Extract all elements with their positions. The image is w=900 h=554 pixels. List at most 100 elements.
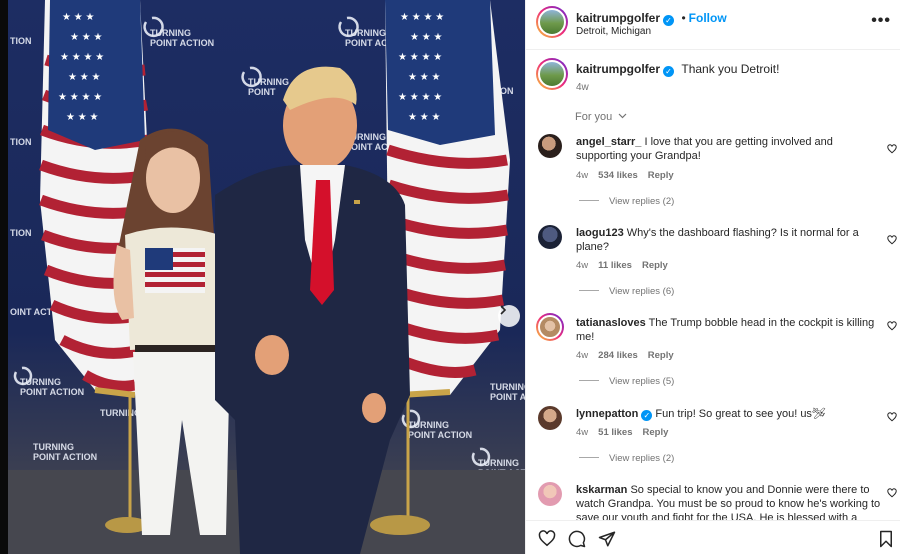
heart-icon[interactable] [887,321,897,331]
view-replies-label: View replies (2) [609,196,675,207]
caption-username[interactable]: kaitrumpgolfer [576,62,660,76]
caption-timestamp[interactable]: 4w [576,82,589,93]
commenter-avatar[interactable] [538,482,562,506]
svg-text:★ ★ ★: ★ ★ ★ [70,32,102,43]
photo-edge [0,0,8,554]
commenter-username[interactable]: tatianasloves [576,317,646,329]
commenter-avatar[interactable] [538,225,562,249]
caption-avatar[interactable] [536,58,568,90]
verified-badge-icon: ✓ [641,410,653,421]
share-icon[interactable] [598,530,616,548]
separator-dot: • [681,11,686,25]
follow-button[interactable]: Follow [689,11,727,25]
post-header: kaitrumpgolfer ✓ • Follow Detroit, Michiga… [526,0,900,50]
backdrop-logo: TION [10,228,32,238]
verified-badge-icon: ✓ [663,66,675,77]
heart-icon[interactable] [538,530,556,547]
reply-button[interactable]: Reply [648,170,674,181]
comments-list: angel_starr_ I love that you are getting… [526,128,900,520]
commenter-username[interactable]: angel_starr_ [576,136,641,148]
more-options-icon[interactable]: ••• [871,12,891,30]
heart-icon[interactable] [887,488,897,498]
comment-likes[interactable]: 284 likes [598,350,638,361]
backdrop-logo: POINT ACTION [490,392,525,402]
view-replies-label: View replies (6) [609,286,675,297]
view-replies-label: View replies (5) [609,376,675,387]
svg-text:★ ★ ★: ★ ★ ★ [62,12,94,23]
comment-meta: 4w 11 likes Reply [576,260,678,271]
backdrop-logo: TION [10,36,32,46]
comment-text-block: laogu123 Why's the dashboard flashing? I… [576,226,881,254]
comment-time[interactable]: 4w [576,350,588,361]
comment-sort-dropdown[interactable]: For you [575,111,627,123]
view-replies-line [579,200,599,201]
view-replies-button[interactable]: View replies (6) [579,286,674,297]
svg-text:★ ★ ★: ★ ★ ★ [408,72,440,83]
reply-button[interactable]: Reply [642,260,668,271]
commenter-avatar[interactable] [538,406,562,430]
svg-text:★ ★ ★: ★ ★ ★ [410,32,442,43]
author-name-row: kaitrumpgolfer ✓ • Follow [576,9,727,27]
comment-text-block: tatianasloves The Trump bobble head in t… [576,316,881,344]
carousel-next-button[interactable] [498,305,520,327]
comment-text-block: kskarman So special to know you and Donn… [576,483,881,520]
view-replies-line [579,457,599,458]
comment-time[interactable]: 4w [576,260,588,271]
view-replies-label: View replies (2) [609,453,675,464]
backdrop-logo: POINT [248,87,276,97]
author-username[interactable]: kaitrumpgolfer [576,11,660,25]
comment-time[interactable]: 4w [576,427,588,438]
svg-text:★ ★ ★: ★ ★ ★ [66,112,98,123]
comment-meta: 4w 284 likes Reply [576,350,684,361]
chevron-right-icon [500,305,507,315]
backdrop-logo: TURNING [490,382,525,392]
comment-likes[interactable]: 11 likes [598,260,632,271]
reply-button[interactable]: Reply [648,350,674,361]
post-caption: kaitrumpgolfer ✓ Thank you Detroit! [576,62,779,77]
comment-time[interactable]: 4w [576,170,588,181]
verified-badge-icon: ✓ [663,15,675,26]
svg-text:★ ★ ★ ★: ★ ★ ★ ★ [398,52,442,63]
view-replies-line [579,290,599,291]
heart-icon[interactable] [887,235,897,245]
comment-text-block: angel_starr_ I love that you are getting… [576,135,881,163]
post-photo-illustration: TURNING POINT ACTION TURNING POINT ACTIO… [0,0,525,554]
comment-likes[interactable]: 534 likes [598,170,638,181]
post-action-bar [526,520,900,554]
comment-likes[interactable]: 51 likes [598,427,632,438]
bookmark-icon[interactable] [878,530,894,548]
svg-text:★ ★ ★: ★ ★ ★ [68,72,100,83]
chevron-down-icon [618,113,627,119]
caption-text: Thank you Detroit! [681,62,780,76]
comment-text: Fun trip! So great to see you! us🛩 [655,408,826,420]
heart-icon[interactable] [887,144,897,154]
post-photo[interactable]: TURNING POINT ACTION TURNING POINT ACTIO… [0,0,525,554]
backdrop-logo: TION [10,137,32,147]
commenter-username[interactable]: kskarman [576,484,627,496]
commenter-username[interactable]: laogu123 [576,227,624,239]
view-replies-button[interactable]: View replies (5) [579,376,674,387]
commenter-avatar[interactable] [536,313,564,341]
commenter-avatar[interactable] [538,134,562,158]
backdrop-logo: POINT ACTION [33,452,97,462]
post-location[interactable]: Detroit, Michigan [576,26,651,37]
comment-meta: 4w 51 likes Reply [576,427,678,438]
backdrop-logo: TURNING [100,408,141,418]
comment-icon[interactable] [568,530,586,548]
svg-text:★ ★ ★ ★: ★ ★ ★ ★ [60,52,104,63]
svg-text:★ ★ ★ ★: ★ ★ ★ ★ [58,92,102,103]
view-replies-button[interactable]: View replies (2) [579,453,674,464]
svg-text:★ ★ ★: ★ ★ ★ [408,112,440,123]
backdrop-logo: TURNING [33,442,74,452]
comment-text-block: lynnepatton ✓ Fun trip! So great to see y… [576,407,881,421]
commenter-username[interactable]: lynnepatton [576,408,638,420]
view-replies-line [579,380,599,381]
post-details-panel: kaitrumpgolfer ✓ • Follow Detroit, Michiga… [525,0,900,554]
view-replies-button[interactable]: View replies (2) [579,196,674,207]
svg-text:★ ★ ★ ★: ★ ★ ★ ★ [398,92,442,103]
reply-button[interactable]: Reply [643,427,669,438]
heart-icon[interactable] [887,412,897,422]
backdrop-logo: POINT ACTION [408,430,472,440]
author-avatar[interactable] [536,6,568,38]
backdrop-logo: POINT ACTION [20,387,84,397]
